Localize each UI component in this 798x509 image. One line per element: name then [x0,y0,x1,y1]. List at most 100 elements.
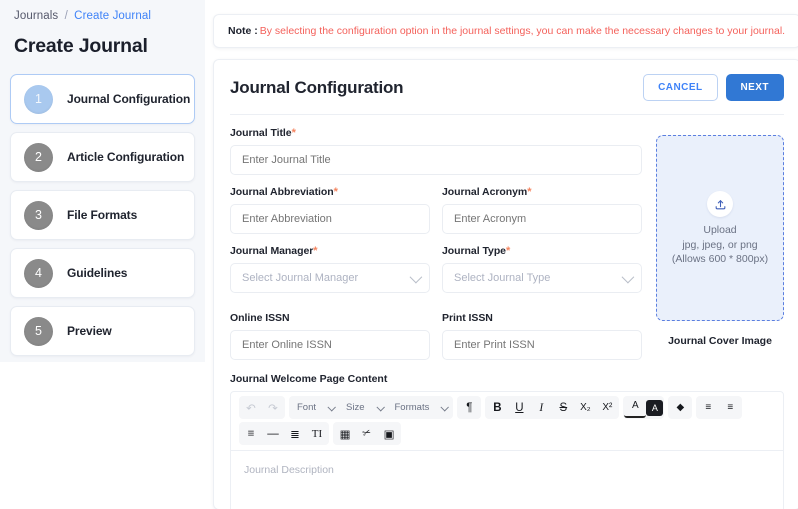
strikethrough-icon[interactable]: S [552,397,574,418]
horizontal-rule-icon[interactable]: — [262,423,284,444]
breadcrumb-current[interactable]: Create Journal [74,10,151,22]
manager-type-row: Journal Manager* Select Journal Manager … [230,245,642,304]
color-group: A A [623,396,665,419]
step-number-badge: 4 [24,258,53,288]
editor-content-area[interactable]: Journal Description [231,450,783,509]
page-title: Create Journal [14,35,148,57]
required-asterisk: * [291,127,296,139]
chevron-down-icon [327,402,336,412]
editor-toolbar-row-2: ≡ — ≣ TI ▦ ✂ ▣ [231,419,783,450]
journal-abbreviation-input[interactable] [230,204,430,234]
text-direction-icon[interactable]: TI [306,423,328,444]
underline-icon[interactable]: U [508,397,530,418]
breadcrumb: Journals / Create Journal [0,0,205,22]
unlink-icon[interactable]: ✂ [353,420,381,447]
editor-toolbar-row-1: ↶ ↷ Font Size Formats ¶ B U I S X₂ X² A … [231,392,783,419]
formats-select-value: Formats [394,402,430,413]
indent-decrease-icon[interactable]: ≡ [719,397,741,418]
journal-type-select[interactable]: Select Journal Type [442,263,642,293]
editor-label: Journal Welcome Page Content [230,373,388,385]
align-left-icon[interactable]: ≡ [240,423,262,444]
field-journal-title: Journal Title* [230,127,642,175]
field-journal-abbreviation: Journal Abbreviation* [230,186,430,234]
chevron-down-icon [440,402,450,412]
journal-manager-select[interactable]: Select Journal Manager [230,263,430,293]
sidebar-item-file-formats[interactable]: 3 File Formats [10,190,195,240]
field-online-issn: Online ISSN [230,312,430,360]
chevron-down-icon [409,270,423,283]
cover-caption: Journal Cover Image [668,335,772,347]
create-journal-page: Journals / Create Journal Create Journal… [0,0,798,509]
size-select[interactable]: Size [339,397,387,418]
subscript-icon[interactable]: X₂ [574,397,596,418]
sidebar-item-guidelines[interactable]: 4 Guidelines [10,248,195,298]
text-color-icon[interactable]: A [624,397,647,418]
note-text: By selecting the configuration option in… [259,25,786,37]
text-format-group: B U I S X₂ X² [485,396,620,419]
paragraph-group: ¶ [457,396,482,419]
undo-icon[interactable]: ↶ [240,397,262,418]
formats-select[interactable]: Formats [388,397,453,418]
required-asterisk: * [505,245,511,257]
step-number-badge: 2 [24,142,53,172]
journal-title-input[interactable] [230,145,642,175]
journal-manager-value: Select Journal Manager [242,272,359,284]
superscript-icon[interactable]: X² [596,397,618,418]
form-column: Journal Title* Journal Abbreviation* Jou… [230,127,642,371]
breadcrumb-root[interactable]: Journals [14,10,58,22]
cover-column: Upload jpg, jpeg, or png (Allows 600 * 8… [656,127,784,371]
journal-abbreviation-label: Journal Abbreviation* [230,186,338,198]
indent-increase-icon[interactable]: ≡ [697,397,719,418]
sidebar-item-article-configuration[interactable]: 2 Article Configuration [10,132,195,182]
sidebar-item-preview[interactable]: 5 Preview [10,306,195,356]
step-label: Guidelines [67,266,128,280]
step-label: Article Configuration [67,150,185,164]
print-issn-input[interactable] [442,330,642,360]
rich-text-editor: ↶ ↷ Font Size Formats ¶ B U I S X₂ X² A … [230,391,784,509]
insert-image-icon[interactable]: ▣ [378,423,400,444]
journal-title-label: Journal Title* [230,127,296,139]
required-asterisk: * [527,186,532,198]
journal-configuration-card: Journal Configuration CANCEL NEXT Journa… [213,59,798,509]
step-label: File Formats [67,208,138,222]
indent-group: ≡ ≡ [696,396,743,419]
table-icon[interactable]: ▦ [334,423,356,444]
numbered-list-icon[interactable]: ≣ [284,423,306,444]
redo-icon[interactable]: ↷ [262,397,284,418]
chevron-down-icon [375,402,385,412]
editor-placeholder: Journal Description [244,464,334,476]
clear-formatting-icon[interactable]: ◆ [669,397,691,418]
next-button[interactable]: NEXT [725,74,784,101]
journal-type-label: Journal Type* [442,245,511,257]
upload-file-types: jpg, jpeg, or png [682,239,758,251]
italic-icon[interactable]: I [530,397,552,418]
step-label: Preview [67,324,112,338]
font-select[interactable]: Font [290,397,339,418]
insert-group: ▦ ✂ ▣ [333,422,401,445]
journal-acronym-input[interactable] [442,204,642,234]
sidebar-item-journal-configuration[interactable]: 1 Journal Configuration [10,74,195,124]
required-asterisk: * [333,186,338,198]
step-number-badge: 1 [24,84,53,114]
field-journal-acronym: Journal Acronym* [442,186,642,234]
size-select-value: Size [346,402,365,413]
online-issn-label: Online ISSN [230,312,290,324]
background-color-icon[interactable]: A [646,399,664,416]
field-journal-manager: Journal Manager* Select Journal Manager [230,245,430,293]
welcome-editor-section: Journal Welcome Page Content ↶ ↷ Font Si… [214,371,798,509]
step-label: Journal Configuration [67,92,191,106]
online-issn-input[interactable] [230,330,430,360]
cancel-button[interactable]: CANCEL [643,74,718,101]
paragraph-icon[interactable]: ¶ [458,397,480,418]
step-number-badge: 3 [24,200,53,230]
font-select-value: Font [297,402,317,413]
journal-manager-label: Journal Manager* [230,245,318,257]
journal-cover-upload-dropzone[interactable]: Upload jpg, jpeg, or png (Allows 600 * 8… [656,135,784,321]
note-label: Note : [228,25,258,37]
bold-icon[interactable]: B [486,397,508,418]
breadcrumb-separator: / [64,10,68,22]
main-content: Note : By selecting the configuration op… [205,0,798,509]
abbrev-acronym-row: Journal Abbreviation* Journal Acronym* [230,186,642,245]
field-journal-type: Journal Type* Select Journal Type [442,245,642,293]
upload-label: Upload [703,224,737,236]
